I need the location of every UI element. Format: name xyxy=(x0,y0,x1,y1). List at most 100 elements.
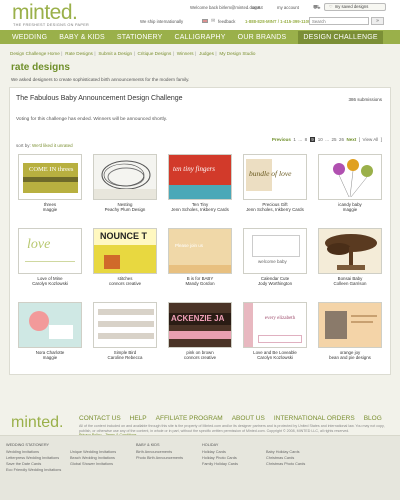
design-tile[interactable]: welcome baby Calendar Cute Jody Worthingt… xyxy=(243,228,307,286)
design-author[interactable]: Caroline Rebecca xyxy=(93,355,157,360)
design-author[interactable]: maggie xyxy=(18,207,82,212)
design-author[interactable]: Jody Worthington xyxy=(243,281,307,286)
nav-our-brands[interactable]: OUR BRANDS xyxy=(238,34,287,41)
design-thumbnail[interactable]: love xyxy=(18,228,82,274)
my-account-link[interactable]: my account xyxy=(277,5,299,10)
subnav-rate-designs[interactable]: Rate Designs xyxy=(65,51,93,56)
subnav-challenge-home[interactable]: Design Challenge Home xyxy=(10,51,60,56)
footer-help[interactable]: HELP xyxy=(130,415,147,422)
design-author[interactable]: maggie xyxy=(18,355,82,360)
footer-link[interactable]: Global Shower Invitations xyxy=(70,461,116,467)
pager-current-page: 9 xyxy=(309,137,316,142)
design-author[interactable]: Colleen Garrison xyxy=(318,281,382,286)
sort-dropdown[interactable]: We'd liked it unrated xyxy=(32,143,73,148)
design-thumbnail[interactable]: ACKENZIE JA xyxy=(168,302,232,348)
design-author[interactable]: maggie xyxy=(318,207,382,212)
design-text: bundle of love xyxy=(249,169,292,178)
footer-blog[interactable]: BLOG xyxy=(364,415,382,422)
design-thumbnail[interactable]: every elizabeth xyxy=(243,302,307,348)
design-thumbnail[interactable] xyxy=(318,302,382,348)
sort-label: sort by: xyxy=(16,143,31,148)
footer-link[interactable]: Family Holiday Cards xyxy=(202,461,238,467)
design-author[interactable]: Jenn Scholes, Inkberry Cards xyxy=(168,207,232,212)
design-author[interactable]: connors creative xyxy=(168,355,232,360)
design-author[interactable]: Carolyn Kozlowski xyxy=(243,355,307,360)
footer-link[interactable]: Photo Birth Announcements xyxy=(136,455,183,461)
design-tile[interactable]: icandy baby maggie xyxy=(318,154,382,212)
design-thumbnail[interactable]: COME IN threes xyxy=(18,154,82,200)
design-thumbnail[interactable]: Please join us xyxy=(168,228,232,274)
pager-ellipsis: ... xyxy=(325,137,329,142)
nav-calligraphy[interactable]: CALLIGRAPHY xyxy=(174,34,225,41)
design-thumbnail[interactable] xyxy=(93,302,157,348)
subnav-submit-design[interactable]: Submit a Design xyxy=(98,51,132,56)
nav-stationery[interactable]: STATIONERY xyxy=(117,34,163,41)
design-tile[interactable]: orange joy bean and pie designs xyxy=(318,302,382,360)
footer-international[interactable]: INTERNATIONAL ORDERS xyxy=(274,415,355,422)
minted-logo[interactable]: minted. xyxy=(12,1,78,25)
pager-previous[interactable]: Previous xyxy=(272,137,291,142)
footer-column-heading: WEDDING STATIONERY xyxy=(6,443,50,447)
footer-column-heading: BABY & KIDS xyxy=(136,443,160,447)
design-tile[interactable]: ACKENZIE JA pink on brown connors creativ… xyxy=(168,302,232,360)
design-thumbnail[interactable] xyxy=(318,154,382,200)
design-thumbnail[interactable]: welcome baby xyxy=(243,228,307,274)
pager-page[interactable]: 25 xyxy=(331,137,336,142)
design-thumbnail[interactable]: NOUNCE T xyxy=(93,228,157,274)
search-input[interactable] xyxy=(309,17,369,25)
design-thumbnail[interactable] xyxy=(18,302,82,348)
pager-page[interactable]: 10 xyxy=(318,137,323,142)
footer-about-us[interactable]: ABOUT US xyxy=(232,415,265,422)
challenge-panel: The Fabulous Baby Announcement Design Ch… xyxy=(9,87,391,375)
design-tile[interactable]: Please join us B is for BABY Mandy Gordon xyxy=(168,228,232,286)
design-thumbnail[interactable] xyxy=(93,154,157,200)
feedback-link[interactable]: feedback xyxy=(218,19,235,24)
pager-page[interactable]: 1 xyxy=(293,137,296,142)
design-tile[interactable]: COME IN threes threes maggie xyxy=(18,154,82,212)
design-thumbnail[interactable]: bundle of love xyxy=(243,154,307,200)
design-author[interactable]: Peachy Plum Design xyxy=(93,207,157,212)
footer-column: BABY & KIDS Birth Announcements Photo Bi… xyxy=(136,442,183,461)
footer-column-heading: HOLIDAY xyxy=(202,443,219,447)
subnav-critique-designs[interactable]: Critique Designs xyxy=(138,51,172,56)
design-tile[interactable]: Simple Bird Caroline Rebecca xyxy=(93,302,157,360)
footer-link[interactable]: Eco Friendly Wedding Invitations xyxy=(6,467,61,473)
design-tile[interactable]: Bonsai Baby Colleen Garrison xyxy=(318,228,382,286)
footer-contact-us[interactable]: CONTACT US xyxy=(79,415,121,422)
design-tile[interactable]: every elizabeth Love and Be Loveable Caro… xyxy=(243,302,307,360)
footer-link[interactable]: Christmas Photo Cards xyxy=(266,461,305,467)
pager-page[interactable]: 26 xyxy=(339,137,344,142)
design-tile[interactable]: Nesting Peachy Plum Design xyxy=(93,154,157,212)
design-author[interactable]: bean and pie designs xyxy=(318,355,382,360)
design-thumbnail[interactable] xyxy=(318,228,382,274)
design-thumbnail[interactable]: ten tiny fingers xyxy=(168,154,232,200)
copyright-text: All of the content included on and avail… xyxy=(79,424,385,433)
nav-wedding[interactable]: WEDDING xyxy=(12,34,47,41)
design-tile[interactable]: bundle of love Precious Gift Jenn Scholes… xyxy=(243,154,307,212)
footer-affiliate[interactable]: AFFILIATE PROGRAM xyxy=(156,415,223,422)
feedback-icon[interactable]: ✉ xyxy=(211,18,215,24)
logout-link[interactable]: logout xyxy=(251,5,263,10)
subnav-design-studio[interactable]: My Design Studio xyxy=(219,51,255,56)
design-tile[interactable]: Nora Charlotte maggie xyxy=(18,302,82,360)
pager-next[interactable]: Next xyxy=(347,137,357,142)
design-tile[interactable]: love Love of Mine Carolyn Kozlowski xyxy=(18,228,82,286)
pager-view-all[interactable]: View All xyxy=(363,137,379,142)
cart-icon[interactable]: ⛟ xyxy=(313,4,321,12)
footer-logo[interactable]: minted. xyxy=(11,414,63,432)
subnav-winners[interactable]: Winners xyxy=(177,51,194,56)
saved-designs-button[interactable]: ♡ my saved designs xyxy=(324,3,386,11)
pager-page[interactable]: 8 xyxy=(305,137,308,142)
design-author[interactable]: connors creative xyxy=(93,281,157,286)
design-tile[interactable]: NOUNCE T stitches connors creative xyxy=(93,228,157,286)
design-author[interactable]: Jenn Scholes, Inkberry Cards xyxy=(243,207,307,212)
nav-design-challenge[interactable]: DESIGN CHALLENGE xyxy=(298,30,383,44)
design-author[interactable]: Mandy Gordon xyxy=(168,281,232,286)
subnav-judges[interactable]: Judges xyxy=(199,51,214,56)
search-button[interactable]: » xyxy=(371,17,384,25)
bonsai-illustration xyxy=(325,234,377,270)
design-tile[interactable]: ten tiny fingers Ten Tiny Jenn Scholes, I… xyxy=(168,154,232,212)
design-author[interactable]: Carolyn Kozlowski xyxy=(18,281,82,286)
nav-baby-kids[interactable]: BABY & KIDS xyxy=(59,34,105,41)
design-text: Please join us xyxy=(175,243,204,248)
